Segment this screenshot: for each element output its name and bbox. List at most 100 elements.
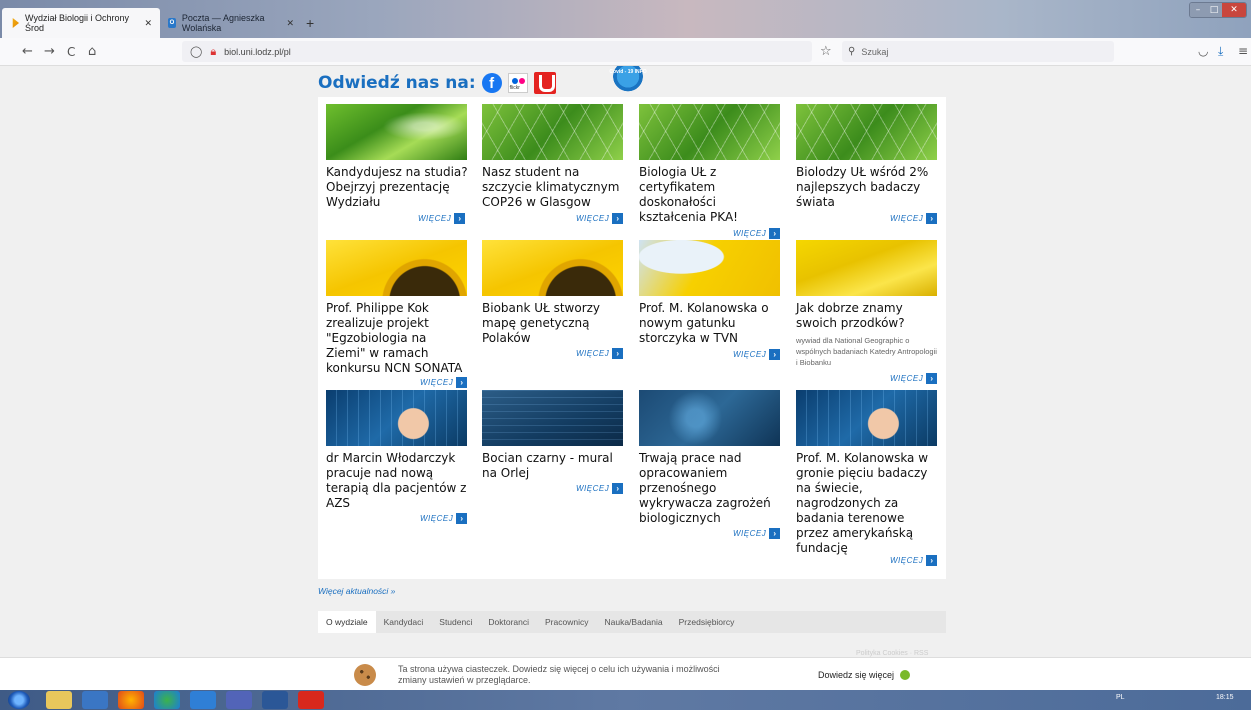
flickr-icon[interactable]: flickr	[507, 73, 528, 93]
news-card[interactable]: Nasz student na szczycie klimatycznym CO…	[482, 104, 624, 210]
more-link[interactable]: WIĘCEJ ›	[733, 528, 781, 539]
start-button-icon[interactable]	[8, 691, 30, 709]
footer-nav-nauka[interactable]: Nauka/Badania	[596, 611, 670, 633]
search-placeholder: Szukaj	[861, 46, 889, 57]
news-title[interactable]: Trwają prace nad opracowaniem przenośneg…	[639, 451, 781, 526]
news-card[interactable]: Biologia UŁ z certyfikatem doskonałości …	[639, 104, 781, 225]
footer-nav-pracownicy[interactable]: Pracownicy	[537, 611, 596, 633]
news-image[interactable]	[326, 104, 467, 160]
home-button[interactable]: ⌂	[88, 44, 96, 60]
facebook-icon[interactable]: f	[481, 73, 502, 93]
footer-nav-kandydaci[interactable]: Kandydaci	[376, 611, 432, 633]
clock[interactable]: 18:15	[1216, 694, 1234, 701]
arrow-right-icon: ›	[612, 348, 624, 359]
news-image[interactable]	[482, 390, 623, 446]
forward-button[interactable]: →	[44, 44, 55, 60]
news-title[interactable]: Biologia UŁ z certyfikatem doskonałości …	[639, 165, 781, 225]
close-icon[interactable]: ✕	[144, 18, 152, 29]
news-title[interactable]: Prof. M. Kolanowska o nowym gatunku stor…	[639, 301, 781, 346]
language-indicator[interactable]: PL	[1116, 694, 1125, 701]
more-link[interactable]: WIĘCEJ ›	[890, 555, 938, 566]
address-bar[interactable]: ◯ 🔒︎ biol.uni.lodz.pl/pl	[182, 41, 812, 62]
news-title[interactable]: Biolodzy UŁ wśród 2% najlepszych badaczy…	[796, 165, 938, 210]
more-link[interactable]: WIĘCEJ ›	[418, 213, 466, 224]
more-link[interactable]: WIĘCEJ ›	[576, 348, 624, 359]
reload-button[interactable]: C	[67, 44, 75, 60]
tab-poczta[interactable]: O Poczta — Agnieszka Wolańska ✕	[160, 8, 302, 38]
firefox-icon[interactable]	[118, 691, 144, 709]
footer-nav-doktoranci[interactable]: Doktoranci	[480, 611, 537, 633]
news-card[interactable]: dr Marcin Włodarczyk pracuje nad nową te…	[326, 390, 468, 511]
news-image[interactable]	[639, 104, 780, 160]
footer-nav-o-wydziale[interactable]: O wydziale	[318, 611, 376, 633]
news-card[interactable]: Kandydujesz na studia? Obejrzyj prezenta…	[326, 104, 468, 210]
cookie-banner: Polityka Cookies · RSS Ta strona używa c…	[0, 650, 1251, 690]
news-title[interactable]: Bocian czarny - mural na Orlej	[482, 451, 624, 481]
more-link[interactable]: WIĘCEJ ›	[733, 228, 781, 239]
chrome-icon[interactable]	[154, 691, 180, 709]
search-input[interactable]: ⚲ Szukaj	[842, 41, 1114, 62]
footer-nav-przedsiebiorcy[interactable]: Przedsiębiorcy	[671, 611, 743, 633]
more-link[interactable]: WIĘCEJ ›	[733, 349, 781, 360]
pdf-icon[interactable]	[298, 691, 324, 709]
news-card[interactable]: Prof. M. Kolanowska w gronie pięciu bada…	[796, 390, 938, 556]
news-title[interactable]: Nasz student na szczycie klimatycznym CO…	[482, 165, 624, 210]
back-button[interactable]: ←	[22, 44, 33, 60]
news-image[interactable]	[796, 240, 937, 296]
shield-icon[interactable]: ◯	[190, 45, 202, 58]
news-card[interactable]: Bocian czarny - mural na Orlej	[482, 390, 624, 481]
bookmark-star-icon[interactable]: ☆	[820, 44, 832, 59]
site-favicon-icon	[12, 18, 20, 28]
menu-icon[interactable]: ≡	[1238, 44, 1248, 58]
close-window-button[interactable]: ✕	[1222, 3, 1246, 17]
news-card[interactable]: Jak dobrze znamy swoich przodków? wywiad…	[796, 240, 938, 368]
more-link[interactable]: WIĘCEJ ›	[890, 373, 938, 384]
media-icon[interactable]	[82, 691, 108, 709]
more-link[interactable]: WIĘCEJ ›	[576, 483, 624, 494]
news-card[interactable]: Trwają prace nad opracowaniem przenośneg…	[639, 390, 781, 526]
news-title[interactable]: Jak dobrze znamy swoich przodków?	[796, 301, 938, 331]
cookie-more-button[interactable]: Dowiedz się więcej	[818, 670, 911, 680]
news-image[interactable]	[639, 390, 780, 446]
close-icon[interactable]: ✕	[286, 18, 294, 29]
covid-info-badge[interactable]: Covid - 19 INFO	[609, 66, 647, 92]
news-image[interactable]	[482, 104, 623, 160]
news-title[interactable]: dr Marcin Włodarczyk pracuje nad nową te…	[326, 451, 468, 511]
news-image[interactable]	[796, 104, 937, 160]
news-card[interactable]: Prof. M. Kolanowska o nowym gatunku stor…	[639, 240, 781, 346]
news-image[interactable]	[796, 390, 937, 446]
news-card[interactable]: Biobank UŁ stworzy mapę genetyczną Polak…	[482, 240, 624, 346]
news-title[interactable]: Biobank UŁ stworzy mapę genetyczną Polak…	[482, 301, 624, 346]
pocket-icon[interactable]: ◡	[1198, 44, 1208, 58]
news-title[interactable]: Prof. Philippe Kok zrealizuje projekt "E…	[326, 301, 468, 376]
news-card[interactable]: Biolodzy UŁ wśród 2% najlepszych badaczy…	[796, 104, 938, 210]
tab-wydzial[interactable]: Wydział Biologii i Ochrony Środ ✕	[2, 8, 160, 38]
maximize-button[interactable]: □	[1206, 3, 1222, 17]
more-link[interactable]: WIĘCEJ ›	[420, 377, 468, 388]
minimize-button[interactable]: –	[1190, 3, 1206, 17]
news-image[interactable]	[326, 390, 467, 446]
new-tab-button[interactable]: +	[306, 15, 314, 31]
insecure-lock-icon[interactable]: 🔒︎	[210, 45, 216, 59]
more-news-link[interactable]: Więcej aktualności »	[318, 586, 395, 596]
ie-icon[interactable]	[190, 691, 216, 709]
footer-nav-studenci[interactable]: Studenci	[431, 611, 480, 633]
teams-icon[interactable]	[226, 691, 252, 709]
news-title[interactable]: Kandydujesz na studia? Obejrzyj prezenta…	[326, 165, 468, 210]
word-icon[interactable]	[262, 691, 288, 709]
youtube-ul-icon[interactable]	[533, 72, 556, 94]
cookie-policy-link[interactable]: Polityka Cookies · RSS	[856, 650, 928, 657]
news-title[interactable]: Prof. M. Kolanowska w gronie pięciu bada…	[796, 451, 938, 556]
arrow-right-icon: ›	[769, 528, 781, 539]
explorer-icon[interactable]	[46, 691, 72, 709]
news-image[interactable]	[482, 240, 623, 296]
visit-label: Odwiedź nas na:	[318, 73, 476, 93]
more-link[interactable]: WIĘCEJ ›	[576, 213, 624, 224]
news-image[interactable]	[639, 240, 780, 296]
news-card[interactable]: Prof. Philippe Kok zrealizuje projekt "E…	[326, 240, 468, 376]
download-icon[interactable]: ⤓	[1218, 44, 1223, 59]
more-link[interactable]: WIĘCEJ ›	[890, 213, 938, 224]
accept-icon[interactable]	[900, 670, 911, 680]
more-link[interactable]: WIĘCEJ ›	[420, 513, 468, 524]
news-image[interactable]	[326, 240, 467, 296]
